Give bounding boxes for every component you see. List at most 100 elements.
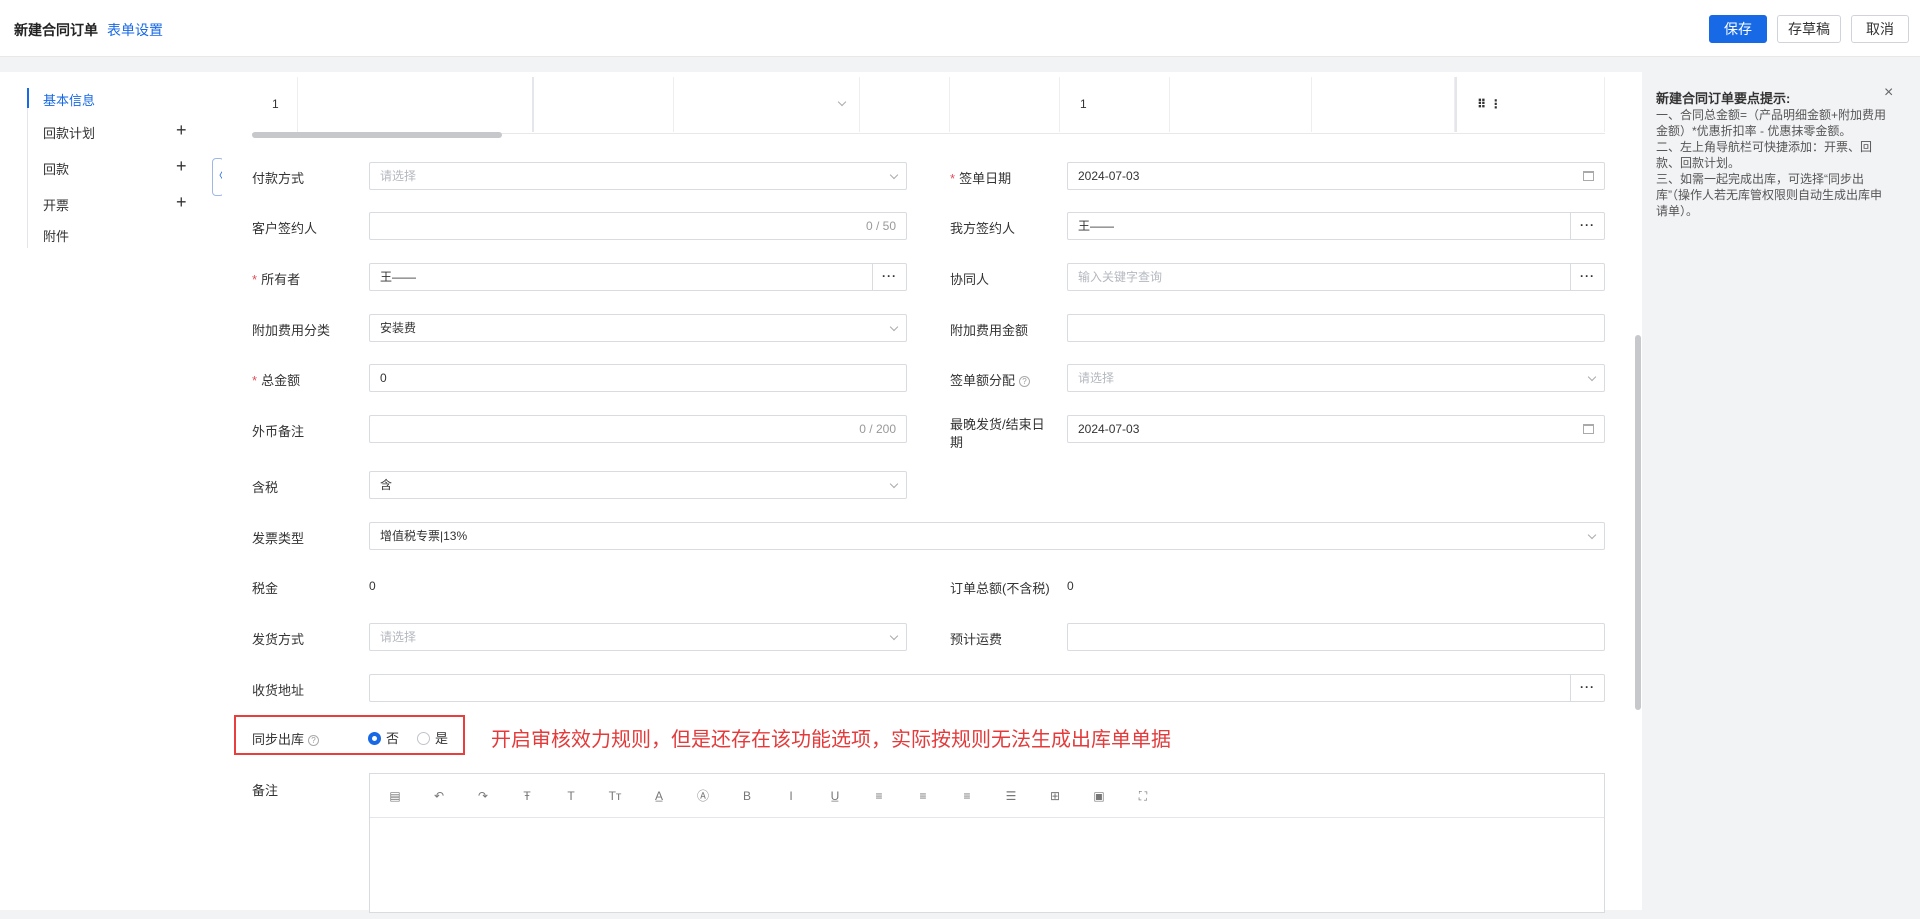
est-freight-input[interactable] bbox=[1067, 623, 1605, 651]
total-amount-input[interactable]: 0 bbox=[369, 364, 907, 392]
add-invoice-icon[interactable]: + bbox=[176, 193, 187, 211]
est-freight-label: 预计运费 bbox=[950, 632, 1003, 647]
extra-fee-type-label: 附加费用分类 bbox=[252, 323, 331, 338]
tax-included-label: 含税 bbox=[252, 480, 279, 495]
close-icon[interactable]: × bbox=[1884, 84, 1893, 102]
table-cell bbox=[298, 77, 534, 132]
add-payment-icon[interactable]: + bbox=[176, 157, 187, 175]
tax-label: 税金 bbox=[252, 581, 279, 596]
extra-fee-type-select[interactable]: 安装费 bbox=[369, 314, 907, 342]
our-signer-field[interactable]: 王—— ··· bbox=[1067, 212, 1605, 240]
chevron-down-icon bbox=[1587, 372, 1597, 382]
save-draft-button[interactable]: 存草稿 bbox=[1777, 15, 1841, 43]
add-payment-plan-icon[interactable]: + bbox=[176, 121, 187, 139]
nav-line bbox=[27, 108, 28, 248]
order-total-ex-tax-value: 0 bbox=[1067, 579, 1074, 593]
invoice-type-select[interactable]: 增值税专票|13% bbox=[369, 522, 1605, 550]
format-painter-icon[interactable]: ▤ bbox=[386, 787, 404, 805]
fx-note-input[interactable]: 0 / 200 bbox=[369, 415, 907, 443]
undo-icon[interactable]: ↶ bbox=[430, 787, 448, 805]
tip-line: 一、合同总金额=（产品明细金额+附加费用金额）*优惠折扣率 - 优惠抹零金额。 bbox=[1656, 108, 1887, 138]
chevron-down-icon bbox=[837, 97, 847, 107]
customer-signer-input[interactable]: 0 / 50 bbox=[369, 212, 907, 240]
collaborator-label: 协同人 bbox=[950, 272, 990, 287]
invoice-type-value: 增值税专票|13% bbox=[380, 529, 468, 543]
bold-icon[interactable]: B bbox=[738, 787, 756, 805]
more-icon[interactable]: ··· bbox=[1570, 213, 1604, 239]
font-color-icon[interactable]: A̲ bbox=[650, 787, 668, 805]
ship-method-select[interactable]: 请选择 bbox=[369, 623, 907, 651]
redo-icon[interactable]: ↷ bbox=[474, 787, 492, 805]
customer-signer-label: 客户签约人 bbox=[252, 221, 318, 236]
sign-date-picker[interactable]: 2024-07-03 bbox=[1067, 162, 1605, 190]
image-icon[interactable]: ▣ bbox=[1090, 787, 1108, 805]
editor-toolbar: ▤ ↶ ↷ Ŧ T Tт A̲ Ⓐ B I U̲ ≡ ≡ ≡ ☰ ⊞ ▣ ⛶ bbox=[370, 774, 1604, 818]
latest-ship-date-picker[interactable]: 2024-07-03 bbox=[1067, 415, 1605, 443]
clear-format-icon[interactable]: Tт bbox=[606, 787, 624, 805]
justify-icon[interactable]: ☰ bbox=[1002, 787, 1020, 805]
nav-item-basic-info[interactable]: 基本信息 bbox=[43, 90, 95, 109]
nav-item-attachment[interactable]: 附件 bbox=[43, 226, 69, 245]
align-right-icon[interactable]: ≡ bbox=[958, 787, 976, 805]
our-signer-label: 我方签约人 bbox=[950, 221, 1016, 236]
nav-item-payment-plan[interactable]: 回款计划 bbox=[43, 123, 95, 142]
tax-included-value: 含 bbox=[380, 478, 393, 492]
table-icon[interactable]: ⊞ bbox=[1046, 787, 1064, 805]
fullscreen-icon[interactable]: ⛶ bbox=[1134, 787, 1152, 805]
calendar-icon bbox=[1583, 171, 1594, 181]
active-indicator bbox=[27, 88, 29, 108]
collaborator-field[interactable]: 输入关键字查询 ··· bbox=[1067, 263, 1605, 291]
latest-ship-date-label: 最晚发货/结束日期 bbox=[950, 417, 1045, 450]
chevron-down-icon bbox=[889, 322, 899, 332]
chevron-down-icon bbox=[1587, 530, 1597, 540]
sync-outbound-radio-no[interactable]: 否 bbox=[368, 728, 399, 747]
payment-method-select[interactable]: 请选择 bbox=[369, 162, 907, 190]
nav-item-payment[interactable]: 回款 bbox=[43, 159, 69, 178]
underline-icon[interactable]: U̲ bbox=[826, 787, 844, 805]
align-center-icon[interactable]: ≡ bbox=[914, 787, 932, 805]
sign-date-value: 2024-07-03 bbox=[1078, 169, 1140, 183]
vertical-scrollbar[interactable] bbox=[1635, 335, 1641, 710]
sync-outbound-label: 同步出库? bbox=[252, 729, 320, 748]
row-index: 1 bbox=[252, 77, 298, 132]
more-icon[interactable]: ··· bbox=[1570, 264, 1604, 290]
horizontal-scrollbar[interactable] bbox=[252, 132, 502, 138]
fx-note-label: 外币备注 bbox=[252, 424, 305, 439]
table-cell bbox=[534, 77, 674, 132]
char-counter: 0 / 200 bbox=[859, 422, 896, 436]
table-cell bbox=[950, 77, 1060, 132]
align-left-icon[interactable]: ≡ bbox=[870, 787, 888, 805]
ship-address-field[interactable]: ··· bbox=[369, 674, 1605, 702]
tip-line: 三、如需一起完成出库，可选择“同步出库”（操作人若无库管权限则自动生成出库申请单… bbox=[1656, 172, 1882, 218]
remarks-rich-editor[interactable]: ▤ ↶ ↷ Ŧ T Tт A̲ Ⓐ B I U̲ ≡ ≡ ≡ ☰ ⊞ ▣ ⛶ bbox=[369, 773, 1605, 913]
table-cell bbox=[860, 77, 950, 132]
product-table-row: 1 1 ⠿ ⋮ bbox=[252, 72, 1605, 134]
form-settings-link[interactable]: 表单设置 bbox=[107, 20, 163, 40]
tax-included-select[interactable]: 含 bbox=[369, 471, 907, 499]
background-color-icon[interactable]: Ⓐ bbox=[694, 787, 712, 805]
page-title: 新建合同订单 bbox=[14, 22, 98, 38]
more-icon[interactable]: ··· bbox=[1570, 675, 1604, 701]
sync-outbound-radio-yes[interactable]: 是 bbox=[417, 728, 448, 747]
owner-field[interactable]: 王—— ··· bbox=[369, 263, 907, 291]
extra-fee-amount-input[interactable] bbox=[1067, 314, 1605, 342]
save-button[interactable]: 保存 bbox=[1709, 15, 1767, 43]
cancel-button[interactable]: 取消 bbox=[1851, 15, 1909, 43]
more-icon[interactable]: ··· bbox=[872, 264, 906, 290]
ship-method-placeholder: 请选择 bbox=[380, 630, 417, 644]
sign-date-label: * 签单日期 bbox=[950, 171, 1012, 186]
char-counter: 0 / 50 bbox=[865, 219, 896, 233]
nav-item-invoice[interactable]: 开票 bbox=[43, 195, 69, 214]
help-icon[interactable]: ? bbox=[1019, 376, 1031, 387]
help-icon[interactable]: ? bbox=[308, 735, 320, 746]
payment-method-label: 付款方式 bbox=[252, 171, 305, 186]
row-drag-handle-icon[interactable]: ⠿ ⋮ bbox=[1455, 77, 1605, 132]
italic-icon[interactable]: I bbox=[782, 787, 800, 805]
ship-address-label: 收货地址 bbox=[252, 683, 305, 698]
strikethrough-icon[interactable]: Ŧ bbox=[518, 787, 536, 805]
sign-distribution-select[interactable]: 请选择 bbox=[1067, 364, 1605, 392]
table-cell-select[interactable] bbox=[674, 77, 860, 132]
font-size-icon[interactable]: T bbox=[562, 787, 580, 805]
our-signer-value: 王—— bbox=[1078, 219, 1115, 233]
radio-checked-icon bbox=[368, 732, 381, 745]
